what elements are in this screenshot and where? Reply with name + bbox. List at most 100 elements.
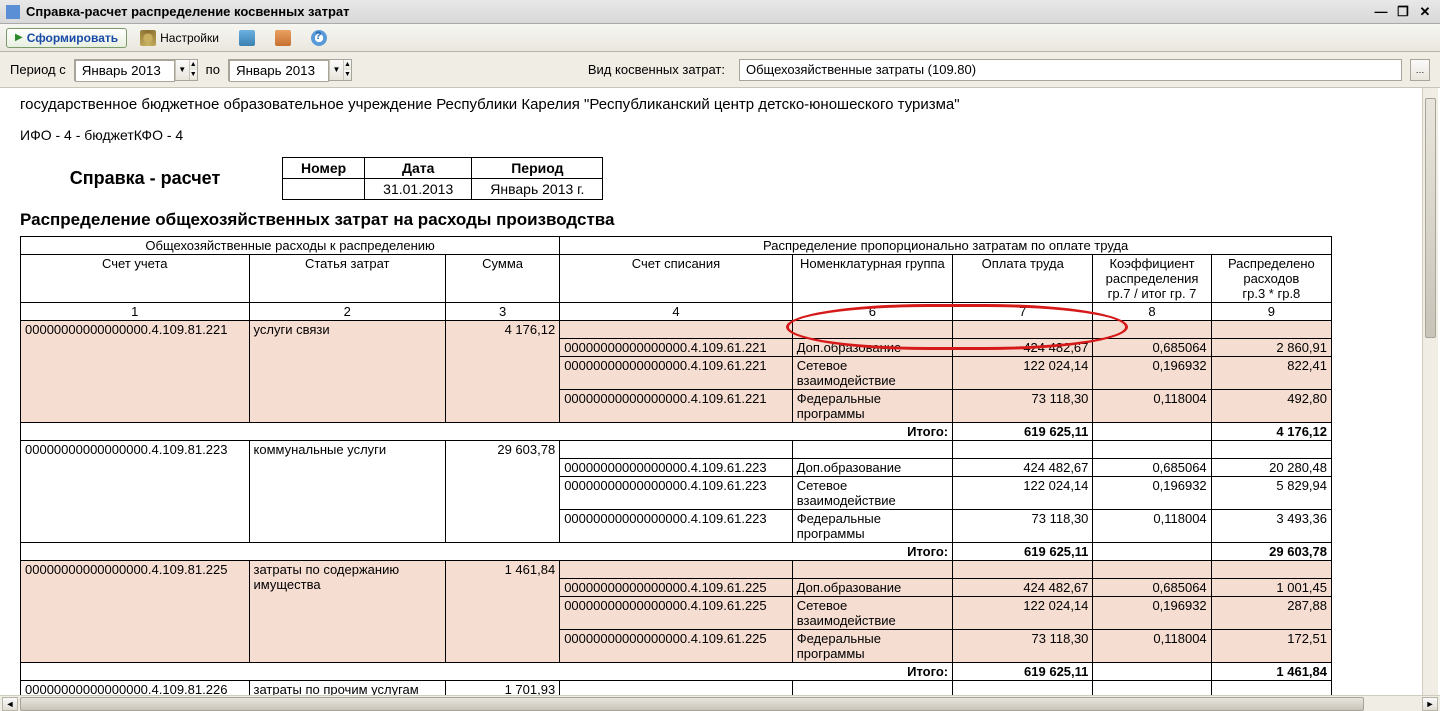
cell-group [792,561,952,579]
settings-button[interactable]: Настройки [133,27,226,49]
kind-value: Общехозяйственные затраты (109.80) [746,62,976,77]
cell-coef: 0,685064 [1093,339,1211,357]
period-to-field[interactable]: ▼ ▲▼ [228,59,352,81]
generate-button[interactable]: ▶ Сформировать [6,28,127,48]
cell-pay: 122 024,14 [953,357,1093,390]
hdr-left-group: Общехозяйственные расходы к распределени… [21,237,560,255]
cell-pay: 122 024,14 [953,597,1093,630]
scrollbar-thumb[interactable] [20,697,1364,711]
itogo-label: Итого: [21,663,953,681]
app-icon [6,5,20,19]
cell-dist [1211,681,1331,696]
help-button[interactable] [304,27,334,49]
cell-account: 00000000000000000.4.109.81.226 [21,681,250,696]
cell-coef: 0,196932 [1093,477,1211,510]
cell-writeoff: 00000000000000000.4.109.61.225 [560,579,793,597]
coln-3: 3 [445,303,559,321]
cell-group: Доп.образование [792,339,952,357]
report-title: Справка - расчет [20,168,270,189]
cell-writeoff: 00000000000000000.4.109.61.223 [560,459,793,477]
cell-writeoff: 00000000000000000.4.109.61.221 [560,390,793,423]
cell-pay [953,441,1093,459]
spin-down-icon[interactable]: ▼ [343,70,351,80]
cell-dist: 5 829,94 [1211,477,1331,510]
cell-group: Сетевое взаимодействие [792,477,952,510]
cell-group: Доп.образование [792,579,952,597]
cell-dist [1211,561,1331,579]
cell-sum: 1 461,84 [445,561,559,663]
period-to-input[interactable] [229,60,329,82]
close-button[interactable]: ✕ [1416,4,1434,20]
cell-coef [1093,561,1211,579]
window-title: Справка-расчет распределение косвенных з… [26,4,1368,19]
itogo-dist: 29 603,78 [1211,543,1331,561]
cell-article: затраты по содержанию имущества [249,561,445,663]
cell-group: Федеральные программы [792,510,952,543]
cell-dist: 172,51 [1211,630,1331,663]
dropdown-icon[interactable]: ▼ [329,60,343,80]
minimize-button[interactable]: — [1372,4,1390,20]
itogo-coef [1093,543,1211,561]
cell-sum: 29 603,78 [445,441,559,543]
cell-writeoff: 00000000000000000.4.109.61.225 [560,630,793,663]
mini-val-date: 31.01.2013 [365,179,472,200]
distribution-table: Общехозяйственные расходы к распределени… [20,236,1332,695]
cell-group: Доп.образование [792,459,952,477]
kind-select-button[interactable]: … [1410,59,1430,81]
cell-group [792,441,952,459]
cell-dist: 2 860,91 [1211,339,1331,357]
kind-combo[interactable]: Общехозяйственные затраты (109.80) [739,59,1402,81]
cell-coef: 0,196932 [1093,357,1211,390]
period-to-label: по [206,62,220,77]
hdr-right-group: Распределение пропорционально затратам п… [560,237,1332,255]
mini-col-period: Период [472,158,603,179]
action1-icon [239,30,255,46]
cell-group: Сетевое взаимодействие [792,357,952,390]
cell-pay: 424 482,67 [953,579,1093,597]
cell-article: услуги связи [249,321,445,423]
dropdown-icon[interactable]: ▼ [175,60,189,80]
toolbar-action-2[interactable] [268,27,298,49]
cell-coef: 0,118004 [1093,390,1211,423]
cell-account: 00000000000000000.4.109.81.221 [21,321,250,423]
help-icon [311,30,327,46]
spin-up-icon[interactable]: ▲ [189,60,197,70]
cell-account: 00000000000000000.4.109.81.225 [21,561,250,663]
cell-group: Сетевое взаимодействие [792,597,952,630]
spin-down-icon[interactable]: ▼ [189,70,197,80]
toolbar-action-1[interactable] [232,27,262,49]
hdr-c6: Номенклатурная группа [792,255,952,303]
mini-val-num [283,179,365,200]
settings-label: Настройки [160,31,219,45]
cell-dist [1211,321,1331,339]
cell-account: 00000000000000000.4.109.81.223 [21,441,250,543]
coln-6: 6 [792,303,952,321]
period-from-field[interactable]: ▼ ▲▼ [74,59,198,81]
spin-up-icon[interactable]: ▲ [343,60,351,70]
hdr-c1: Счет учета [21,255,250,303]
coln-1: 1 [21,303,250,321]
params-bar: Период с ▼ ▲▼ по ▼ ▲▼ Вид косвенных затр… [0,52,1440,88]
cell-coef: 0,118004 [1093,630,1211,663]
cell-article: коммунальные услуги [249,441,445,543]
vertical-scrollbar[interactable] [1422,88,1438,695]
scroll-right-icon[interactable]: ► [1422,697,1438,711]
cell-sum: 4 176,12 [445,321,559,423]
cell-coef: 0,685064 [1093,579,1211,597]
cell-pay: 122 024,14 [953,477,1093,510]
cell-dist: 822,41 [1211,357,1331,390]
report-body[interactable]: государственное бюджетное образовательно… [0,88,1440,695]
coln-8: 8 [1093,303,1211,321]
scroll-left-icon[interactable]: ◄ [2,697,18,711]
kind-label: Вид косвенных затрат: [588,62,725,77]
maximize-button[interactable]: ❐ [1394,4,1412,20]
cell-group [792,321,952,339]
cell-pay: 424 482,67 [953,459,1093,477]
period-from-input[interactable] [75,60,175,82]
cell-pay: 73 118,30 [953,510,1093,543]
generate-label: Сформировать [27,31,118,45]
scrollbar-thumb[interactable] [1425,98,1436,338]
horizontal-scrollbar[interactable]: ◄ ► [0,695,1440,711]
itogo-dist: 1 461,84 [1211,663,1331,681]
cell-coef: 0,118004 [1093,510,1211,543]
